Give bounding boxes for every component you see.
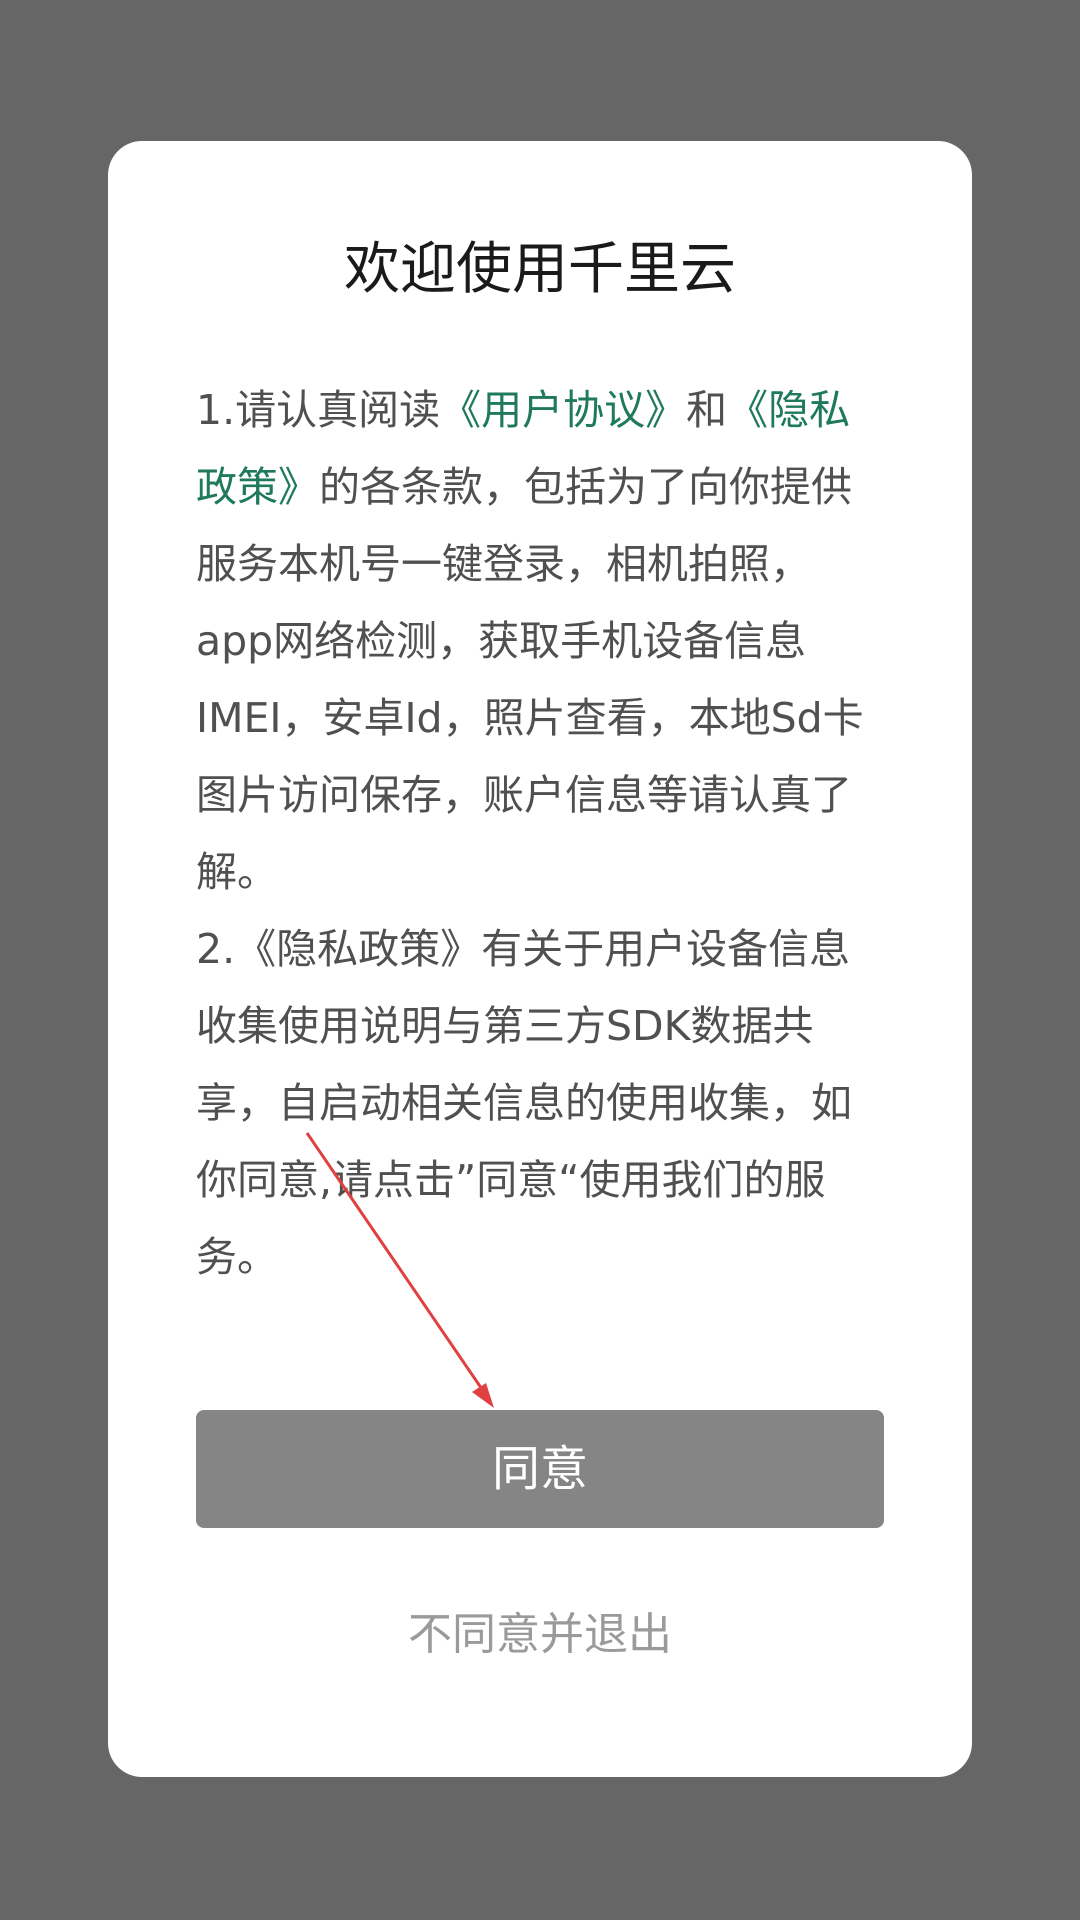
paragraph-1: 1.请认真阅读《用户协议》和《隐私政策》的各条款，包括为了向你提供服务本机号一键… [196,372,886,911]
paragraph-2: 2.《隐私政策》有关于用户设备信息收集使用说明与第三方SDK数据共享，自启动相关… [196,925,852,1281]
dialog-title: 欢迎使用千里云 [344,237,736,302]
agree-button[interactable]: 同意 [196,1410,884,1528]
disagree-exit-button[interactable]: 不同意并退出 [0,1600,1080,1670]
paragraph-1-conjunction: 和 [686,386,728,434]
paragraph-1-rest: 的各条款，包括为了向你提供服务本机号一键登录，相机拍照，app网络检测，获取手机… [196,463,864,896]
dialog-body: 1.请认真阅读《用户协议》和《隐私政策》的各条款，包括为了向你提供服务本机号一键… [196,372,886,1296]
user-agreement-link[interactable]: 《用户协议》 [440,386,686,434]
paragraph-1-prefix: 1.请认真阅读 [196,386,441,434]
